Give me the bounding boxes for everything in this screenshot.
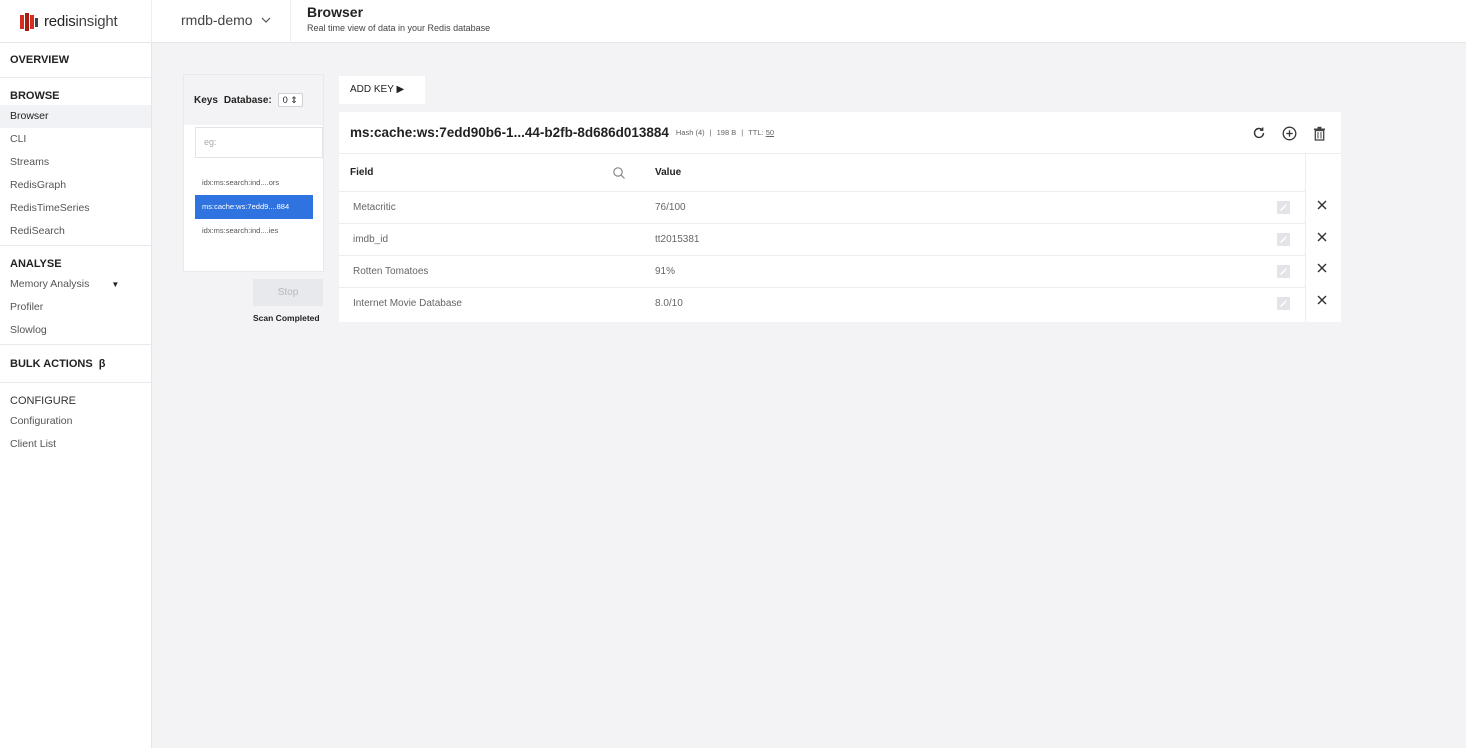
sidebar-item-memory-analysis[interactable]: Memory Analysis ▼ xyxy=(0,273,151,296)
sidebar-section-bulk-actions: BULK ACTIONS β xyxy=(0,345,151,383)
close-icon[interactable] xyxy=(1315,198,1329,212)
column-header-field: Field xyxy=(350,167,374,178)
key-detail-header: ms:cache:ws:7edd90b6-1...44-b2fb-8d686d0… xyxy=(339,112,1341,154)
sidebar-section-analyse: ANALYSE Memory Analysis ▼ Profiler Slowl… xyxy=(0,246,151,345)
sidebar-item-label: Memory Analysis xyxy=(10,278,90,290)
value-cell: 76/100 xyxy=(655,202,686,213)
sidebar-item-redisgraph[interactable]: RedisGraph xyxy=(0,174,151,197)
redis-logo-icon xyxy=(20,12,38,31)
sidebar-section-configure: CONFIGURE Configuration Client List xyxy=(0,383,151,456)
sidebar-item-browser[interactable]: Browser xyxy=(0,105,151,128)
hash-table: Field Value Metacritic 76/100 imdb_id tt… xyxy=(339,154,1305,320)
key-size: 198 B xyxy=(716,128,737,137)
value-cell: 91% xyxy=(655,266,676,277)
value-cell: 8.0/10 xyxy=(655,298,683,309)
logo[interactable]: redisinsight xyxy=(0,0,152,43)
edit-icon[interactable] xyxy=(1277,265,1290,278)
value-cell: tt2015381 xyxy=(655,234,700,245)
key-type: Hash (4) xyxy=(675,128,705,137)
sidebar-section-overview: OVERVIEW xyxy=(0,43,151,78)
sidebar-item-bulk-actions[interactable]: BULK ACTIONS β xyxy=(0,355,151,373)
refresh-icon[interactable] xyxy=(1249,123,1269,143)
table-row: imdb_id tt2015381 xyxy=(339,224,1305,256)
key-list-item[interactable]: idx:ms:search:ind....ies xyxy=(195,219,313,243)
search-icon[interactable] xyxy=(612,166,626,180)
key-list-item-selected[interactable]: ms:cache:ws:7edd9....884 xyxy=(195,195,313,219)
table-header: Field Value xyxy=(339,154,1305,192)
chevron-down-icon xyxy=(261,17,271,23)
close-icon[interactable] xyxy=(1315,293,1329,307)
field-cell: Metacritic xyxy=(353,202,396,213)
sidebar-item-redisearch[interactable]: RediSearch xyxy=(0,220,151,243)
edit-icon[interactable] xyxy=(1277,297,1290,310)
sidebar: OVERVIEW BROWSE Browser CLI Streams Redi… xyxy=(0,43,152,748)
sidebar-item-configuration[interactable]: Configuration xyxy=(0,410,151,433)
sidebar-item-slowlog[interactable]: Slowlog xyxy=(0,319,151,342)
sidebar-item-streams[interactable]: Streams xyxy=(0,151,151,174)
keys-panel-header: Keys Database: 0 ⇕ xyxy=(184,75,323,125)
ttl-value[interactable]: 50 xyxy=(766,128,774,137)
sidebar-item-label: BULK ACTIONS xyxy=(10,358,93,370)
sidebar-item-overview[interactable]: OVERVIEW xyxy=(0,51,151,69)
keys-label: Keys xyxy=(194,94,218,106)
database-select[interactable]: 0 ⇕ xyxy=(277,93,303,107)
app-root: redisinsight rmdb-demo Browser Real time… xyxy=(0,0,1466,748)
field-cell: Internet Movie Database xyxy=(353,298,462,309)
sidebar-heading-analyse: ANALYSE xyxy=(10,258,62,270)
sidebar-item-profiler[interactable]: Profiler xyxy=(0,296,151,319)
sidebar-item-cli[interactable]: CLI xyxy=(0,128,151,151)
key-detail-panel: ms:cache:ws:7edd90b6-1...44-b2fb-8d686d0… xyxy=(339,112,1341,322)
logo-text: redisinsight xyxy=(44,13,118,30)
ttl-label: TTL: xyxy=(748,128,764,137)
table-row: Metacritic 76/100 xyxy=(339,192,1305,224)
top-bar: redisinsight rmdb-demo Browser Real time… xyxy=(0,0,1466,43)
database-switcher[interactable]: rmdb-demo xyxy=(181,10,271,30)
close-icon[interactable] xyxy=(1315,261,1329,275)
key-meta: Hash (4) | 198 B | TTL: 50 xyxy=(675,128,775,137)
key-list-item[interactable]: idx:ms:search:ind....ors xyxy=(195,171,313,195)
edit-icon[interactable] xyxy=(1277,233,1290,246)
add-circle-icon[interactable] xyxy=(1279,123,1299,143)
header-divider xyxy=(290,0,291,43)
scan-status: Scan Completed xyxy=(253,313,320,323)
key-search-input[interactable]: eg: xyxy=(195,127,323,158)
sidebar-heading-browse: BROWSE xyxy=(10,90,60,102)
table-row: Rotten Tomatoes 91% xyxy=(339,256,1305,288)
key-list: idx:ms:search:ind....ors ms:cache:ws:7ed… xyxy=(195,171,313,243)
edit-icon[interactable] xyxy=(1277,201,1290,214)
table-row: Internet Movie Database 8.0/10 xyxy=(339,288,1305,320)
stop-scan-button[interactable]: Stop xyxy=(253,279,323,306)
key-actions xyxy=(1249,123,1329,143)
key-name: ms:cache:ws:7edd90b6-1...44-b2fb-8d686d0… xyxy=(350,125,669,140)
page-subtitle: Real time view of data in your Redis dat… xyxy=(307,23,491,33)
database-name: rmdb-demo xyxy=(181,12,253,28)
field-cell: imdb_id xyxy=(353,234,389,245)
trash-icon[interactable] xyxy=(1309,123,1329,143)
sidebar-section-browse: BROWSE Browser CLI Streams RedisGraph Re… xyxy=(0,78,151,246)
beta-badge: β xyxy=(98,358,106,370)
database-label: Database: xyxy=(223,94,272,106)
sidebar-item-client-list[interactable]: Client List xyxy=(0,433,151,456)
page-title: Browser xyxy=(307,4,364,20)
keys-panel: Keys Database: 0 ⇕ eg: idx:ms:search:ind… xyxy=(183,74,324,272)
field-cell: Rotten Tomatoes xyxy=(353,266,429,277)
column-header-value: Value xyxy=(655,167,682,178)
sidebar-item-redistimeseries[interactable]: RedisTimeSeries xyxy=(0,197,151,220)
close-icon[interactable] xyxy=(1315,230,1329,244)
sidebar-heading-configure: CONFIGURE xyxy=(10,395,76,407)
add-key-button[interactable]: ADD KEY ▶ xyxy=(339,76,425,104)
caret-down-icon: ▼ xyxy=(111,280,120,289)
